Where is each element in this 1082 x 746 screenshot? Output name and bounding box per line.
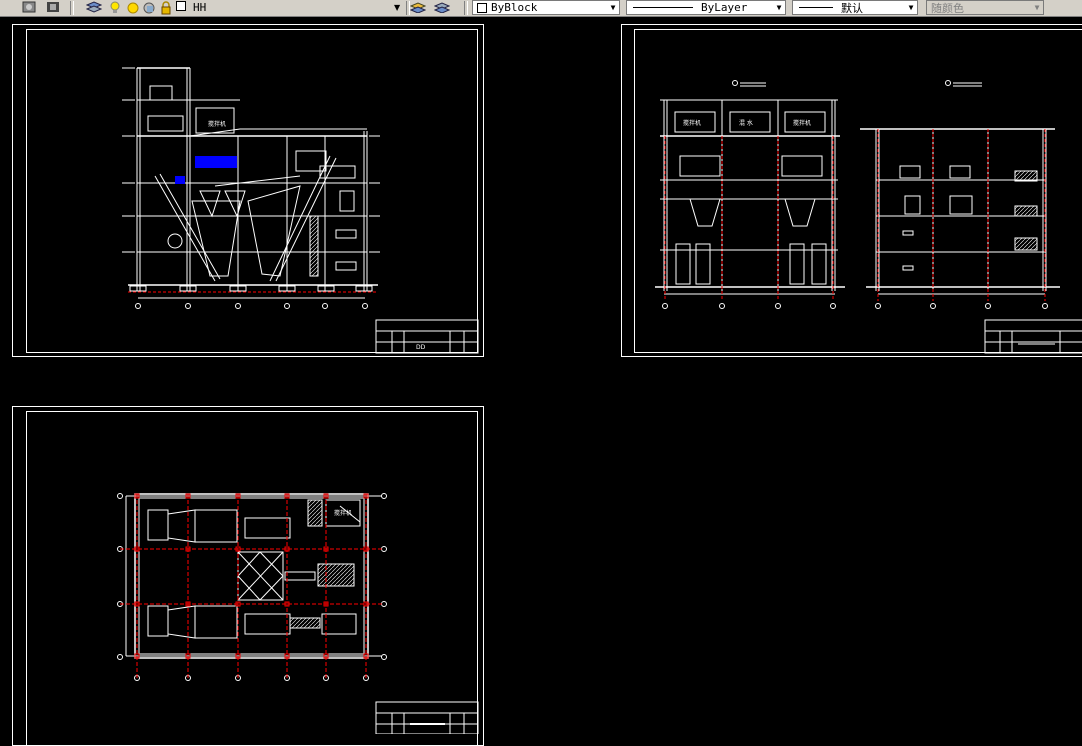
linetype-control-value: ByLayer — [701, 1, 748, 14]
layer-name-label[interactable]: HH — [193, 1, 206, 14]
section-label-2: 混 水 — [739, 119, 753, 127]
elevation-drawing — [122, 67, 380, 309]
color-control-value: ByBlock — [491, 1, 538, 14]
chevron-down-icon: ▼ — [776, 3, 782, 12]
lightbulb-icon[interactable] — [110, 1, 126, 15]
color-swatch-icon — [477, 2, 487, 13]
linetype-control-dropdown[interactable]: ByLayer ▼ — [626, 0, 786, 15]
layer-dropdown-arrow-icon[interactable]: ▼ — [394, 3, 400, 12]
elevation-title-block-text: DD — [416, 344, 426, 351]
mixer-highlight — [195, 156, 237, 168]
color-swatch-icon[interactable] — [176, 1, 192, 15]
plotstyle-control-value: 随颜色 — [931, 1, 964, 15]
toolbar-separator — [70, 1, 74, 15]
motor-highlight — [175, 176, 185, 184]
plan-room-label: 搅拌机 — [334, 509, 352, 517]
layer-previous-stack-icon[interactable] — [434, 1, 450, 15]
lineweight-preview-line — [799, 7, 833, 8]
linetype-preview-line — [633, 7, 693, 8]
section-a — [655, 99, 845, 309]
lock-icon[interactable] — [160, 1, 176, 15]
plotstyle-control-dropdown: 随颜色 ▼ — [926, 0, 1044, 15]
section-label-1: 搅拌机 — [683, 119, 701, 127]
elevation-room-label: 搅拌机 — [208, 120, 226, 128]
drawing-canvas[interactable]: 搅拌机 DD 搅拌机 混 水 搅拌机 搅拌机 — [0, 16, 1082, 746]
plan-title-block — [375, 701, 479, 734]
viewport-freeze-icon[interactable] — [142, 1, 158, 15]
toolbar-separator — [464, 1, 468, 15]
plan-drawing — [117, 493, 387, 681]
layer-previous-icon[interactable] — [46, 1, 62, 15]
chevron-down-icon: ▼ — [610, 3, 616, 12]
section-title-markers — [732, 80, 982, 87]
sun-freeze-icon[interactable] — [126, 1, 142, 15]
section-b — [860, 128, 1060, 309]
layer-stack-icon[interactable] — [86, 1, 102, 15]
make-object-layer-current-icon[interactable] — [410, 1, 426, 15]
cad-drawing-svg: 搅拌机 DD 搅拌机 混 水 搅拌机 搅拌机 — [117, 67, 1082, 734]
section-label-3: 搅拌机 — [793, 119, 811, 127]
color-control-dropdown[interactable]: ByBlock ▼ — [472, 0, 620, 15]
chevron-down-icon: ▼ — [908, 3, 914, 12]
layer-manager-icon[interactable] — [22, 1, 38, 15]
sections-title-block — [984, 319, 1082, 354]
lineweight-control-value: 默认 — [841, 1, 863, 15]
lineweight-control-dropdown[interactable]: 默认 ▼ — [792, 0, 918, 15]
chevron-down-icon: ▼ — [1034, 3, 1040, 12]
elevation-title-block — [375, 319, 479, 354]
